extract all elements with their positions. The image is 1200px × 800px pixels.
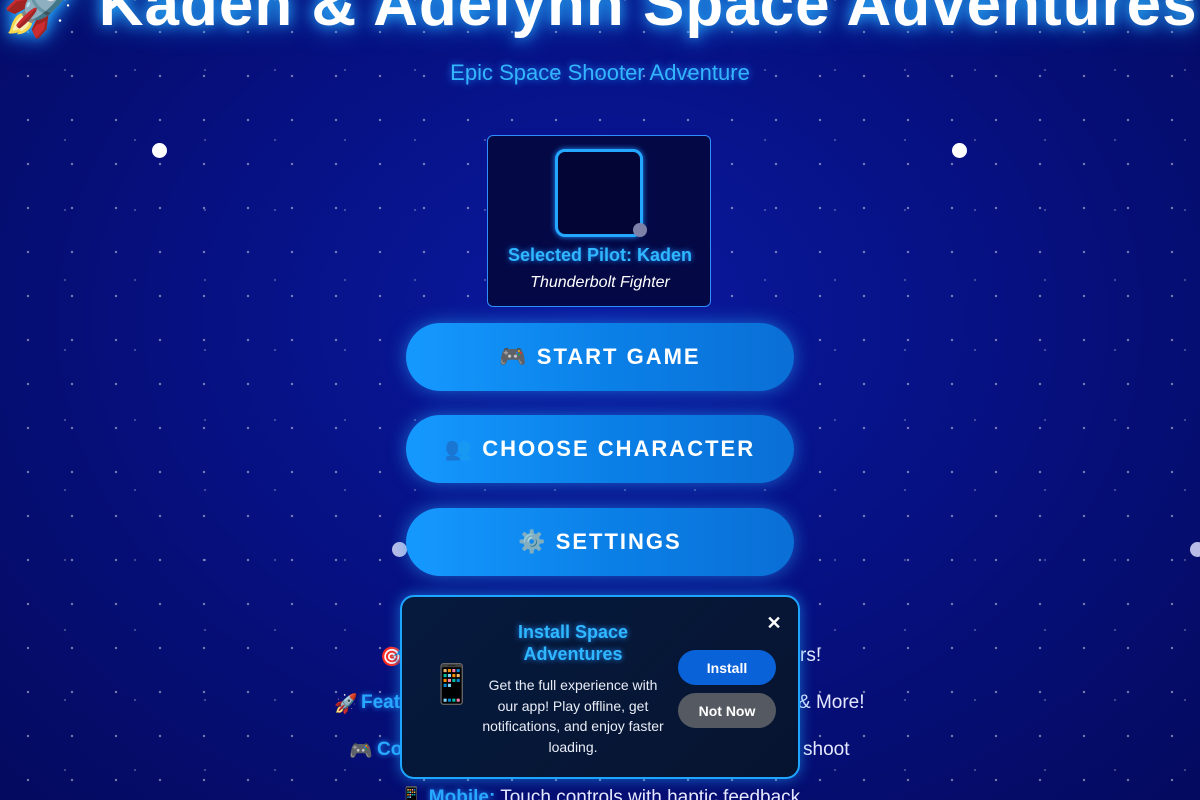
star-decoration (152, 143, 167, 158)
gamepad-icon: 🎮 (349, 741, 373, 762)
star-decoration (633, 223, 647, 237)
phone-icon: 📱 (428, 664, 476, 706)
settings-button[interactable]: ⚙️ SETTINGS (406, 508, 794, 576)
pilot-ship-name: Thunderbolt Fighter (530, 274, 670, 291)
info-line-key: Co (377, 739, 403, 760)
info-line-text: Touch controls with haptic feedback (500, 787, 801, 800)
choose-character-label: CHOOSE CHARACTER (482, 436, 756, 461)
info-line-tail: rs! (800, 645, 822, 666)
mobile-icon: 📱 (399, 787, 424, 800)
start-game-button[interactable]: 🎮 START GAME (406, 323, 794, 391)
settings-label: SETTINGS (555, 529, 682, 554)
not-now-button[interactable]: Not Now (678, 693, 776, 728)
game-subtitle: Epic Space Shooter Adventure (450, 60, 750, 85)
star-decoration (1190, 542, 1200, 557)
selected-pilot-card: Selected Pilot: Kaden Thunderbolt Fighte… (487, 135, 711, 307)
users-icon: 👥 (444, 436, 475, 461)
star-decoration (392, 542, 407, 557)
info-line-key: Mobile: (428, 787, 496, 800)
star-decoration (952, 143, 967, 158)
info-line-tail: & More! (798, 692, 865, 713)
install-prompt-description: Get the full experience with our app! Pl… (482, 677, 664, 755)
info-line-tail: shoot (803, 739, 850, 760)
gamepad-icon: 🎮 (499, 344, 529, 369)
install-prompt-dialog: 📱 Install Space Adventures Get the full … (400, 595, 800, 779)
install-button[interactable]: Install (678, 650, 776, 685)
selected-pilot-label: Selected Pilot: Kaden (507, 245, 693, 265)
install-prompt-title: Install Space Adventures (517, 622, 629, 664)
start-game-label: START GAME (536, 344, 701, 369)
game-title: 🚀 Kaden & Adelynn Space Adventures (2, 0, 1198, 39)
rocket-icon: 🚀 (334, 694, 358, 715)
choose-character-button[interactable]: 👥 CHOOSE CHARACTER (406, 415, 794, 483)
pilot-avatar (555, 149, 647, 237)
close-icon[interactable]: ✕ (764, 613, 784, 633)
gear-icon: ⚙️ (518, 529, 548, 554)
info-line-key: Feat (361, 692, 401, 713)
info-line-mobile: 📱 Mobile: Touch controls with haptic fee… (0, 785, 1200, 800)
